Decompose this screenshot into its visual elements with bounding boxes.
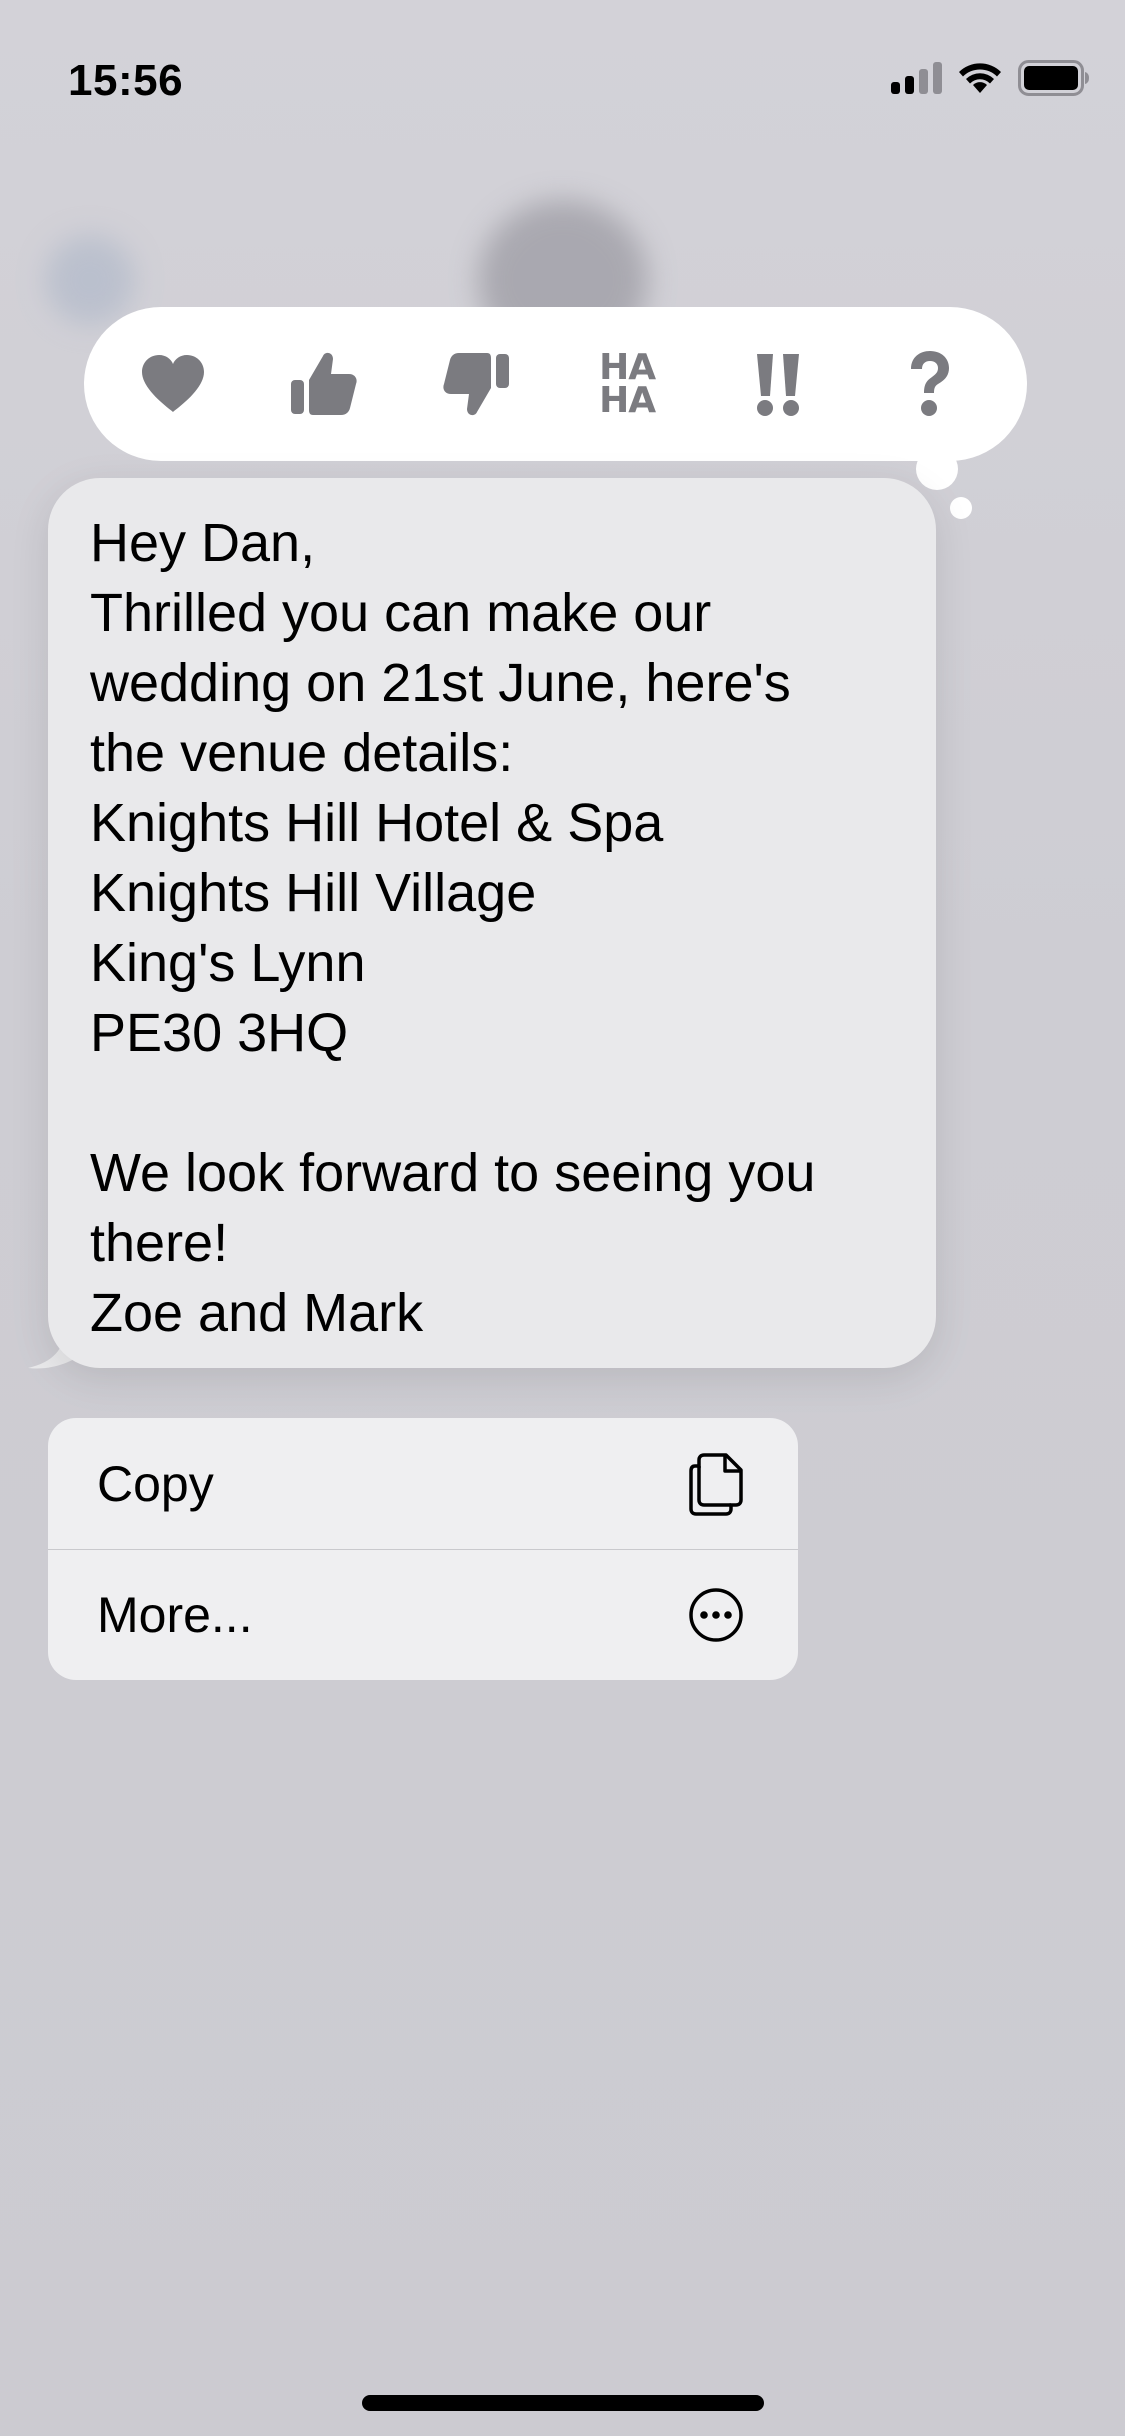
message-line — [90, 1068, 896, 1138]
emphasis-reaction-button[interactable] — [734, 339, 824, 429]
message-line: Hey Dan, — [90, 513, 316, 573]
more-label: More... — [97, 1587, 253, 1643]
copy-label: Copy — [97, 1455, 214, 1512]
cellular-signal-icon — [891, 62, 942, 94]
haha-icon: HA HA — [599, 347, 656, 421]
wifi-icon — [959, 63, 1001, 93]
message-line: there! — [90, 1213, 229, 1273]
reaction-bar-tail-large — [916, 448, 958, 490]
thumbs-up-icon — [291, 352, 358, 415]
reaction-bar-tail-small — [950, 497, 972, 519]
status-time: 15:56 — [68, 56, 184, 105]
message-line: Thrilled you can make our — [90, 583, 712, 643]
battery-icon — [1018, 60, 1089, 96]
message-line: Zoe and Mark — [90, 1283, 424, 1343]
tapback-reaction-bar: HA HA — [84, 307, 1027, 461]
message-line: We look forward to seeing you — [90, 1143, 816, 1203]
blurred-back-button — [45, 235, 135, 325]
thumbs-up-reaction-button[interactable] — [279, 339, 369, 429]
message-bubble: Hey Dan, Thrilled you can make our weddi… — [48, 478, 936, 1368]
heart-reaction-button[interactable] — [128, 339, 218, 429]
thumbs-down-reaction-button[interactable] — [431, 339, 521, 429]
thumbs-down-icon — [443, 353, 509, 416]
question-icon — [910, 351, 949, 416]
more-menu-item[interactable]: More... — [48, 1549, 798, 1680]
status-icons — [891, 60, 1090, 96]
message-line: Knights Hill Hotel & Spa — [90, 793, 664, 853]
haha-reaction-button[interactable]: HA HA — [582, 339, 672, 429]
message-line: PE30 3HQ — [90, 1003, 349, 1063]
question-reaction-button[interactable] — [885, 339, 975, 429]
home-indicator[interactable] — [362, 2395, 764, 2411]
message-line: the venue details: — [90, 723, 514, 783]
message-line: wedding on 21st June, here's — [90, 653, 791, 713]
message-line: Knights Hill Village — [90, 863, 537, 923]
copy-menu-item[interactable]: Copy — [48, 1418, 798, 1549]
context-menu: Copy More... — [48, 1418, 798, 1680]
copy-icon — [686, 1452, 746, 1516]
ellipsis-circle-icon — [686, 1583, 746, 1647]
exclamation-icon — [756, 354, 799, 416]
message-line: King's Lynn — [90, 933, 366, 993]
heart-icon — [142, 355, 204, 412]
